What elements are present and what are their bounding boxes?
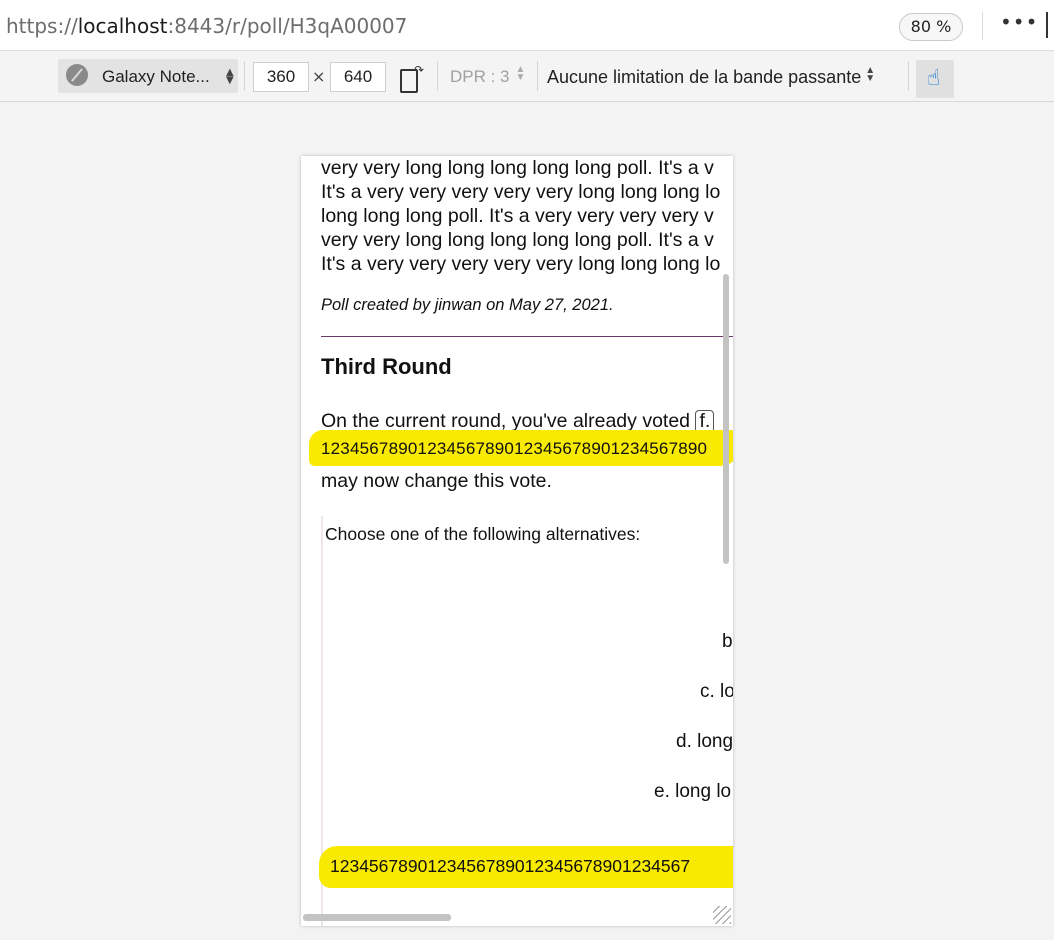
resize-handle-icon[interactable] — [713, 906, 731, 924]
dpr-selector[interactable]: DPR : 3 ▲ ▼ — [450, 65, 525, 87]
alternative-option[interactable]: e. long lo — [654, 781, 731, 803]
toolbar-divider — [437, 61, 438, 91]
dimension-separator: × — [312, 67, 326, 86]
description-line: long long long poll. It's a very very ve… — [321, 205, 714, 227]
viewport-height-input[interactable]: 640 — [330, 62, 386, 92]
chevron-updown-icon: ▲ ▼ — [865, 65, 876, 84]
url-scheme: https:// — [6, 14, 78, 38]
url-text[interactable]: https://localhost:8443/r/poll/H3qA00007 — [6, 14, 407, 38]
device-viewport[interactable]: very very long long long long long poll.… — [301, 156, 733, 926]
network-throttling-selector[interactable]: Aucune limitation de la bande passante ▲ ▼ — [547, 66, 875, 88]
poll-credit: Poll created by jinwan on May 27, 2021. — [321, 296, 614, 314]
description-line: It's a very very very very very long lon… — [321, 181, 721, 203]
voted-choice-text: 1234567890123456789012345678901234567890 — [321, 439, 708, 458]
toolbar-divider — [908, 61, 909, 91]
description-line: It's a very very very very very long lon… — [321, 253, 721, 275]
toolbar-divider — [244, 61, 245, 91]
toolbar-edge — [1046, 12, 1054, 38]
poll-description: very very long long long long long poll.… — [321, 156, 720, 276]
ellipsis-icon[interactable]: ••• — [1000, 10, 1038, 34]
chevron-updown-icon: ▲ ▼ — [515, 64, 526, 83]
change-vote-message: may now change this vote. — [321, 470, 552, 492]
vertical-scrollbar[interactable] — [723, 274, 729, 564]
alternative-option[interactable]: b — [722, 631, 733, 653]
description-line: very very long long long long long poll.… — [321, 157, 714, 179]
throttling-label: Aucune limitation de la bande passante — [547, 67, 862, 87]
chevron-updown-icon: ▲ ▼ — [226, 67, 234, 86]
horizontal-scrollbar[interactable] — [303, 914, 451, 921]
alternative-option[interactable]: 1234567890123456789012345678901234567 — [330, 856, 690, 877]
compass-icon — [66, 64, 88, 86]
device-selector[interactable]: Galaxy Note... ▲ ▼ — [58, 59, 238, 93]
url-host: localhost — [77, 14, 168, 38]
touch-simulation-icon: ☝ — [927, 66, 941, 91]
divider — [321, 336, 733, 337]
alternatives-prompt: Choose one of the following alternatives… — [325, 524, 641, 544]
alternative-option[interactable]: c. lo — [700, 681, 733, 703]
touch-simulation-button[interactable]: ☝ — [916, 60, 954, 98]
rotate-arrow-icon: ↷ — [414, 63, 425, 77]
toolbar-divider — [982, 12, 983, 40]
description-line: very very long long long long long poll.… — [321, 229, 714, 251]
dpr-label: DPR : 3 — [450, 67, 510, 86]
voted-prefix: On the current round, you've already vot… — [321, 410, 691, 432]
device-name: Galaxy Note... — [102, 67, 210, 86]
url-path: :8443/r/poll/H3qA00007 — [167, 14, 408, 38]
alternative-option[interactable]: d. long — [676, 731, 733, 753]
toolbar-divider — [537, 61, 538, 91]
round-title: Third Round — [321, 354, 452, 379]
viewport-width-input[interactable]: 360 — [253, 62, 309, 92]
zoom-level-button[interactable]: 80 % — [899, 13, 963, 41]
responsive-design-toolbar: Galaxy Note... ▲ ▼ 360 × 640 ↷ DPR : 3 ▲ ▼ … — [0, 51, 1054, 102]
address-bar[interactable]: https://localhost:8443/r/poll/H3qA00007 … — [0, 0, 1054, 51]
